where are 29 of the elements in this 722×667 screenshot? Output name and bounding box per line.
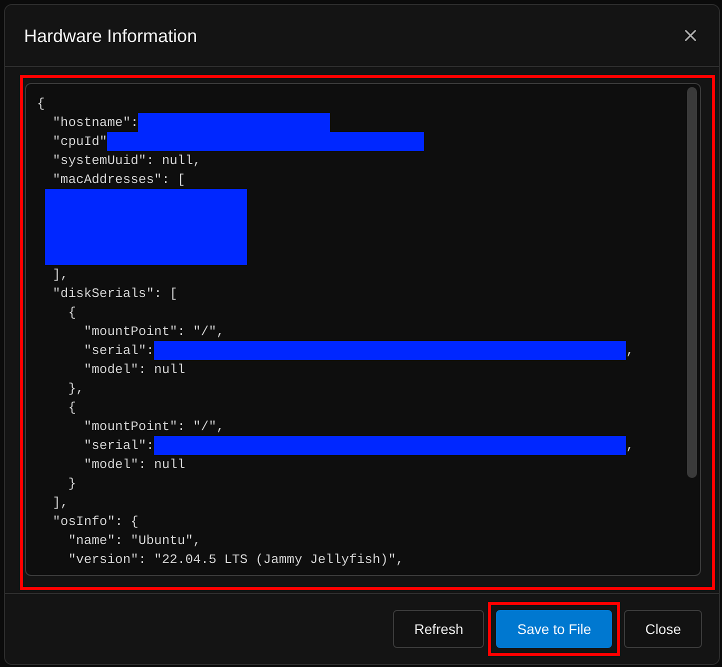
code-line: "serial": — [84, 437, 154, 455]
dialog-button[interactable]: Refresh — [393, 610, 484, 648]
code-line: { — [37, 95, 45, 113]
code-line: "mountPoint": "/", — [84, 323, 224, 341]
code-line: "name": "Ubuntu", — [68, 532, 201, 550]
code-line: "macAddresses": [ — [52, 171, 186, 189]
code-line: ], — [52, 494, 68, 512]
code-line: { — [68, 399, 76, 417]
code-line: "osInfo": { — [52, 513, 138, 531]
code-line: "diskSerials": [ — [52, 285, 178, 303]
code-line: "serial": — [84, 342, 154, 360]
dialog-button[interactable]: Close — [624, 610, 702, 648]
code-line: { — [68, 304, 76, 322]
code-line: }, — [68, 380, 84, 398]
close-icon — [685, 30, 696, 41]
code-line: ], — [52, 266, 68, 284]
code-line: "systemUuid": null, — [52, 152, 201, 170]
code-line: } — [68, 475, 76, 493]
code-line: "model": null — [84, 456, 186, 474]
code-line: "mountPoint": "/", — [84, 418, 224, 436]
dialog-title: Hardware Information — [24, 24, 198, 46]
code-line: "hostname": — [52, 114, 138, 132]
dialog-button[interactable]: Save to File — [496, 610, 612, 648]
code-punctuation: , — [626, 342, 634, 360]
code-punctuation: , — [626, 437, 634, 455]
code-line: "version": "22.04.5 LTS (Jammy Jellyfish)", — [68, 551, 404, 569]
code-line: "cpuId" — [52, 133, 108, 151]
scrollbar-thumb[interactable] — [687, 87, 697, 478]
code-line: "model": null — [84, 361, 186, 379]
